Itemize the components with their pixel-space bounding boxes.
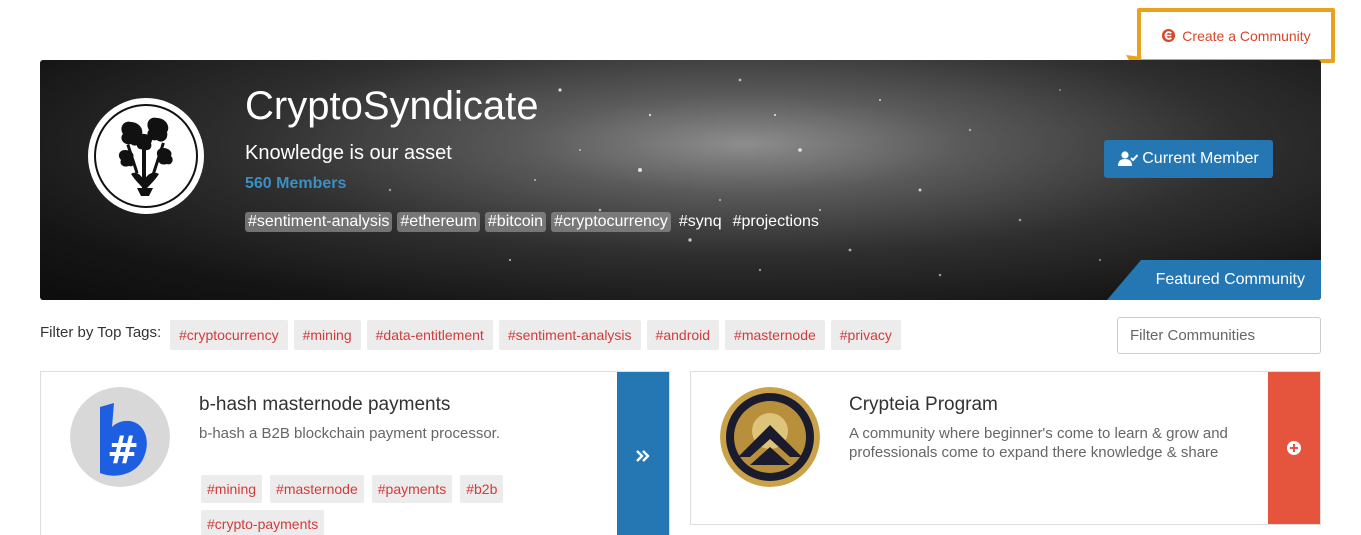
svg-text:#: #	[107, 428, 139, 472]
user-check-icon	[1118, 151, 1139, 166]
plus-circle-icon	[1287, 441, 1301, 455]
filter-tag[interactable]: #sentiment-analysis	[498, 320, 641, 350]
community-card-tags: #mining #masternode #payments #b2b #cryp…	[201, 475, 621, 535]
filter-tag[interactable]: #masternode	[725, 320, 825, 350]
current-member-label: Current Member	[1142, 150, 1259, 167]
featured-community-ribbon: Featured Community	[1107, 260, 1321, 300]
filter-label: Filter by Top Tags:	[40, 324, 162, 341]
join-community-button[interactable]	[1268, 372, 1320, 524]
top-tags-list: #cryptocurrency #mining #data-entitlemen…	[170, 320, 901, 350]
filter-communities-input[interactable]	[1117, 317, 1321, 354]
community-card[interactable]: # b-hash masternode payments b-hash a B2…	[40, 371, 670, 535]
hero-tag[interactable]: #bitcoin	[484, 212, 547, 232]
community-card-description: A community where beginner's come to lea…	[849, 425, 1228, 461]
community-tagline: Knowledge is our asset	[245, 142, 452, 164]
featured-label: Featured Community	[1155, 271, 1305, 288]
hero-tag[interactable]: #projections	[730, 212, 822, 232]
community-tags: #sentiment-analysis #ethereum #bitcoin #…	[245, 212, 822, 232]
create-community-label: Create a Community	[1182, 27, 1311, 44]
hero-tag[interactable]: #cryptocurrency	[551, 212, 671, 232]
card-tag[interactable]: #b2b	[460, 475, 504, 503]
member-count[interactable]: 560 Members	[245, 175, 346, 193]
filter-tag[interactable]: #mining	[293, 320, 361, 350]
hero-tag[interactable]: #ethereum	[397, 212, 480, 232]
community-title: CryptoSyndicate	[245, 84, 539, 128]
filter-tag[interactable]: #cryptocurrency	[170, 320, 288, 350]
community-card-title[interactable]: Crypteia Program	[849, 394, 998, 416]
community-card-title[interactable]: b-hash masternode payments	[199, 394, 450, 416]
community-card-logo: #	[70, 387, 170, 487]
featured-community-banner: CryptoSyndicate Knowledge is our asset 5…	[40, 60, 1321, 300]
filter-tag[interactable]: #android	[646, 320, 720, 350]
card-tag[interactable]: #mining	[201, 475, 263, 503]
hero-tag[interactable]: #synq	[676, 212, 725, 232]
community-logo	[88, 98, 204, 214]
card-tag[interactable]: #payments	[371, 475, 453, 503]
starfield-background	[388, 78, 1102, 277]
card-tag[interactable]: #masternode	[270, 475, 364, 503]
create-community-icon	[1161, 28, 1176, 43]
double-chevron-right-icon	[636, 450, 650, 462]
community-card[interactable]: Crypteia Program A community where begin…	[690, 371, 1321, 525]
current-member-button[interactable]: Current Member	[1104, 140, 1273, 178]
community-card-logo	[720, 387, 820, 487]
filter-tag[interactable]: #privacy	[830, 320, 901, 350]
community-card-description: b-hash a B2B blockchain payment processo…	[199, 425, 501, 442]
open-community-button[interactable]	[617, 372, 669, 535]
create-community-button[interactable]: Create a Community	[1137, 8, 1335, 63]
filter-tag[interactable]: #data-entitlement	[366, 320, 493, 350]
flower-bouquet-icon	[118, 117, 173, 196]
card-tag[interactable]: #crypto-payments	[201, 510, 325, 535]
hero-tag[interactable]: #sentiment-analysis	[245, 212, 393, 232]
